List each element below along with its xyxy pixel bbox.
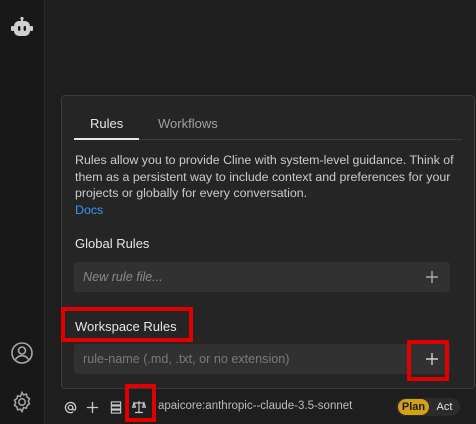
plus-icon [426,271,438,283]
mode-plan[interactable]: Plan [398,399,429,415]
tab-workflows[interactable]: Workflows [142,108,234,140]
plus-icon[interactable] [84,395,100,419]
highlight-workspace-rules [61,307,193,342]
plan-act-toggle[interactable]: Plan Act [396,398,460,416]
rules-description-text: Rules allow you to provide Cline with sy… [75,153,454,200]
highlight-add-workspace-rule [407,340,449,381]
cline-robot-icon[interactable] [8,14,36,42]
rules-description: Rules allow you to provide Cline with sy… [75,152,460,218]
mode-act[interactable]: Act [431,399,458,415]
global-rule-input-row [74,262,450,292]
docs-link[interactable]: Docs [75,202,460,219]
global-rule-input[interactable] [74,262,404,292]
global-rules-label: Global Rules [75,236,150,251]
workspace-rule-input[interactable] [74,344,404,374]
tab-rules[interactable]: Rules [74,108,140,140]
account-icon[interactable] [8,339,36,367]
chat-toolbar: apaicore:anthropic--claude-3.5-sonnet Pl… [58,395,476,419]
rules-tabs: Rules Workflows [74,108,462,140]
model-selector[interactable]: apaicore:anthropic--claude-3.5-sonnet [158,400,352,412]
gear-icon[interactable] [8,388,36,416]
add-global-rule-button[interactable] [420,265,444,289]
activity-bar [0,0,45,424]
at-sign-icon[interactable] [62,395,78,419]
workspace-rule-input-row [74,344,450,374]
server-icon[interactable] [108,395,124,419]
highlight-rules-button [125,384,156,422]
